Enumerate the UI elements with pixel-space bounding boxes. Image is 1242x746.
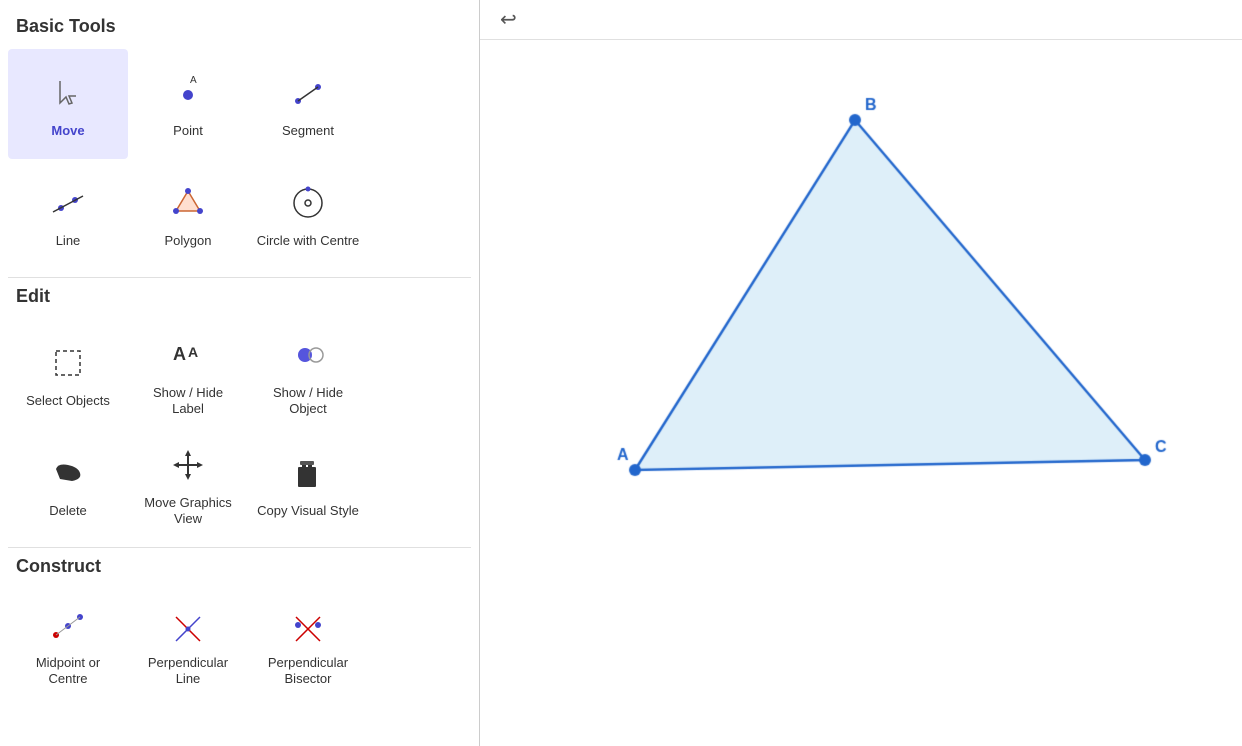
basic-tools-grid: Move A Point Segment (8, 49, 471, 269)
edit-title: Edit (8, 286, 471, 307)
tool-segment[interactable]: Segment (248, 49, 368, 159)
construct-title: Construct (8, 556, 471, 577)
tool-show-hide-object[interactable]: Show / Hide Object (248, 319, 368, 429)
select-objects-label: Select Objects (26, 393, 110, 409)
circle-centre-label: Circle with Centre (257, 233, 360, 249)
tool-perpendicular-line[interactable]: Perpendicular Line (128, 589, 248, 699)
tool-perpendicular-bisector[interactable]: Perpendicular Bisector (248, 589, 368, 699)
undo-button[interactable]: ↩ (492, 3, 525, 36)
perpendicular-line-icon (164, 601, 212, 649)
tool-line[interactable]: Line (8, 159, 128, 269)
tool-polygon[interactable]: Polygon (128, 159, 248, 269)
select-objects-icon (44, 339, 92, 387)
point-label: Point (173, 123, 203, 139)
move-icon (44, 69, 92, 117)
toolbar-top: ↩ (480, 0, 1242, 40)
line-label: Line (56, 233, 81, 249)
midpoint-label: Midpoint or Centre (16, 655, 120, 686)
copy-visual-label: Copy Visual Style (257, 503, 359, 519)
move-graphics-icon (164, 441, 212, 489)
canvas-area (480, 40, 1242, 746)
triangle-canvas (480, 40, 1242, 746)
perpendicular-line-label: Perpendicular Line (136, 655, 240, 686)
line-icon (44, 179, 92, 227)
tool-select-objects[interactable]: Select Objects (8, 319, 128, 429)
point-icon: A (164, 69, 212, 117)
tool-delete[interactable]: Delete (8, 429, 128, 539)
construct-tools-grid: Midpoint or Centre Perpendicular Line (8, 589, 471, 699)
segment-label: Segment (282, 123, 334, 139)
svg-text:A: A (188, 344, 198, 360)
edit-tools-grid: Select Objects A A Show / Hide Label Sho… (8, 319, 471, 539)
show-hide-label-label: Show / Hide Label (136, 385, 240, 416)
delete-icon (44, 449, 92, 497)
perpendicular-bisector-icon (284, 601, 332, 649)
tool-move[interactable]: Move (8, 49, 128, 159)
show-hide-label-icon: A A (164, 331, 212, 379)
tool-show-hide-label[interactable]: A A Show / Hide Label (128, 319, 248, 429)
svg-text:A: A (173, 344, 186, 364)
show-hide-object-label: Show / Hide Object (256, 385, 360, 416)
delete-label: Delete (49, 503, 87, 519)
svg-text:A: A (190, 75, 197, 86)
basic-tools-title: Basic Tools (8, 16, 471, 37)
tool-copy-visual[interactable]: Copy Visual Style (248, 429, 368, 539)
right-panel: ↩ (480, 0, 1242, 746)
tool-circle-centre[interactable]: Circle with Centre (248, 159, 368, 269)
polygon-icon (164, 179, 212, 227)
show-hide-object-icon (284, 331, 332, 379)
polygon-label: Polygon (165, 233, 212, 249)
move-label: Move (51, 123, 84, 139)
segment-icon (284, 69, 332, 117)
tool-midpoint[interactable]: Midpoint or Centre (8, 589, 128, 699)
divider-2 (8, 547, 471, 548)
divider-1 (8, 277, 471, 278)
tool-move-graphics[interactable]: Move Graphics View (128, 429, 248, 539)
midpoint-icon (44, 601, 92, 649)
left-panel: Basic Tools Move A Point (0, 0, 480, 746)
copy-visual-icon (284, 449, 332, 497)
perpendicular-bisector-label: Perpendicular Bisector (256, 655, 360, 686)
circle-centre-icon (284, 179, 332, 227)
tool-point[interactable]: A Point (128, 49, 248, 159)
move-graphics-label: Move Graphics View (136, 495, 240, 526)
